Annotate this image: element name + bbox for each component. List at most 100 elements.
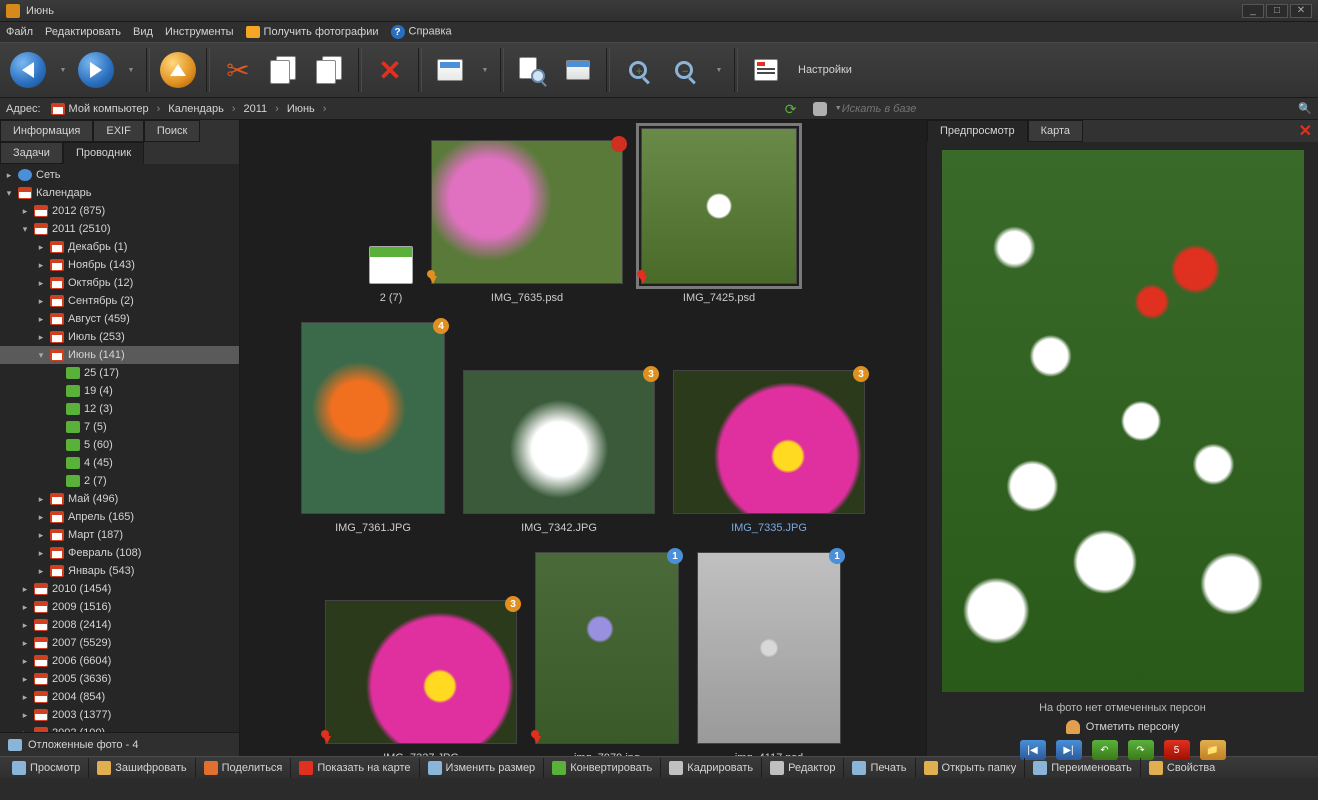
tree-node[interactable]: ▾2011 (2510) [0,220,239,238]
thumbnail[interactable]: 3IMG_7337.JPG [325,600,517,756]
bottom-action[interactable]: Открыть папку [915,758,1025,778]
tree-node[interactable]: ▸2012 (875) [0,202,239,220]
minimize-button[interactable]: _ [1242,4,1264,18]
copy-button[interactable] [262,48,306,92]
refresh-button[interactable]: ⟳ [785,101,801,117]
preview-doc-button[interactable] [510,48,554,92]
tree-node[interactable]: ▸Март (187) [0,526,239,544]
breadcrumb-3[interactable]: Июнь [281,103,321,115]
tab-exif[interactable]: EXIF [93,120,143,142]
settings-button[interactable]: Настройки [790,64,860,76]
folder-tree[interactable]: ▸Сеть▾Календарь▸2012 (875)▾2011 (2510)▸Д… [0,164,239,732]
tab-search[interactable]: Поиск [144,120,200,142]
tag-person-button[interactable]: Отметить персону [1066,720,1179,734]
settings-button-icon[interactable] [744,48,788,92]
tree-node[interactable]: ▸Февраль (108) [0,544,239,562]
tree-node[interactable]: 25 (17) [0,364,239,382]
bottom-action[interactable]: Поделиться [195,758,291,778]
tree-node[interactable]: ▸2008 (2414) [0,616,239,634]
tree-node[interactable]: ▸2009 (1516) [0,598,239,616]
tree-node[interactable]: 19 (4) [0,382,239,400]
thumbnail[interactable]: 3IMG_7335.JPG [673,370,865,534]
delete-button[interactable]: ✕ [368,48,412,92]
tree-node[interactable]: ▸Август (459) [0,310,239,328]
tree-node[interactable]: ▸Декабрь (1) [0,238,239,256]
tree-node[interactable]: ▸Май (496) [0,490,239,508]
bottom-action[interactable]: Показать на карте [290,758,418,778]
thumbnail[interactable]: 4IMG_7361.JPG [301,322,445,534]
tab-info[interactable]: Информация [0,120,93,142]
thumbnail[interactable]: 2 (7) [369,246,413,304]
deferred-photos-bar[interactable]: Отложенные фото - 4 [0,732,239,756]
bottom-action[interactable]: Печать [843,758,914,778]
cut-button[interactable]: ✂ [216,48,260,92]
zoom-out-button[interactable]: − [662,48,706,92]
bottom-action[interactable]: Зашифровать [88,758,194,778]
tree-node[interactable]: ▸2005 (3636) [0,670,239,688]
tree-node[interactable]: ▸2003 (1377) [0,706,239,724]
thumbnail-gallery[interactable]: 2 (7) IMG_7635.psdIMG_7425.psd 4IMG_7361.J… [240,120,926,756]
breadcrumb-root[interactable]: Мой компьютер [41,103,155,115]
bottom-action[interactable]: Просмотр [4,758,88,778]
bottom-action[interactable]: Свойства [1140,758,1223,778]
thumbnail[interactable]: IMG_7425.psd [641,128,797,304]
search-icon[interactable]: 🔍 [1298,102,1312,116]
breadcrumb-1[interactable]: Календарь [162,103,230,115]
bottom-action[interactable]: Кадрировать [660,758,761,778]
tree-node[interactable]: ▾Июнь (141) [0,346,239,364]
tree-node[interactable]: 12 (3) [0,400,239,418]
tree-node[interactable]: ▸2010 (1454) [0,580,239,598]
breadcrumb-2[interactable]: 2011 [238,103,274,115]
menu-view[interactable]: Вид [133,26,153,38]
tree-node[interactable]: ▸2002 (100) [0,724,239,732]
tab-map[interactable]: Карта [1028,120,1083,142]
tree-node[interactable]: ▸Июль (253) [0,328,239,346]
tree-node[interactable]: ▸2007 (5529) [0,634,239,652]
tree-node[interactable]: ▸Январь (543) [0,562,239,580]
nav-forward-dropdown[interactable]: ▼ [120,48,140,92]
tree-node[interactable]: 2 (7) [0,472,239,490]
zoom-dropdown[interactable]: ▼ [708,48,728,92]
tab-preview[interactable]: Предпросмотр [927,120,1028,142]
nav-back-button[interactable] [6,48,50,92]
nav-back-dropdown[interactable]: ▼ [52,48,72,92]
close-preview-button[interactable]: ✕ [1299,121,1312,141]
tree-node[interactable]: ▸2004 (854) [0,688,239,706]
tree-node[interactable]: ▾Календарь [0,184,239,202]
menu-help[interactable]: ?Справка [391,25,452,39]
tab-explorer[interactable]: Проводник [63,142,144,164]
tree-node[interactable]: ▸Апрель (165) [0,508,239,526]
menu-tools[interactable]: Инструменты [165,26,234,38]
window-button[interactable] [556,48,600,92]
menu-file[interactable]: Файл [6,26,33,38]
tree-node[interactable]: ▸Октябрь (12) [0,274,239,292]
thumbnail[interactable]: 3IMG_7342.JPG [463,370,655,534]
close-button[interactable]: ✕ [1290,4,1312,18]
tree-node[interactable]: ▸Сентябрь (2) [0,292,239,310]
zoom-in-button[interactable]: + [616,48,660,92]
tree-node[interactable]: 7 (5) [0,418,239,436]
search-input[interactable] [842,103,1298,115]
tree-node[interactable]: ▸Сеть [0,166,239,184]
preview-image[interactable] [942,150,1304,692]
menu-getphotos[interactable]: Получить фотографии [246,26,379,38]
nav-up-button[interactable] [156,48,200,92]
tree-node[interactable]: ▸2006 (6604) [0,652,239,670]
bottom-action[interactable]: Переименовать [1024,758,1140,778]
tree-node[interactable]: ▸Ноябрь (143) [0,256,239,274]
bottom-action[interactable]: Редактор [761,758,843,778]
thumbnail[interactable]: IMG_7635.psd [431,140,623,304]
maximize-button[interactable]: □ [1266,4,1288,18]
view-grid-dropdown[interactable]: ▼ [474,48,494,92]
database-icon[interactable] [813,102,827,116]
paste-button[interactable] [308,48,352,92]
thumbnail[interactable]: 1img_4117.psd [697,552,841,756]
menu-edit[interactable]: Редактировать [45,26,121,38]
bottom-action[interactable]: Изменить размер [419,758,544,778]
nav-forward-button[interactable] [74,48,118,92]
tree-node[interactable]: 5 (60) [0,436,239,454]
thumbnail[interactable]: 1img_7979.jpg [535,552,679,756]
view-grid-button[interactable] [428,48,472,92]
bottom-action[interactable]: Конвертировать [543,758,660,778]
tree-node[interactable]: 4 (45) [0,454,239,472]
